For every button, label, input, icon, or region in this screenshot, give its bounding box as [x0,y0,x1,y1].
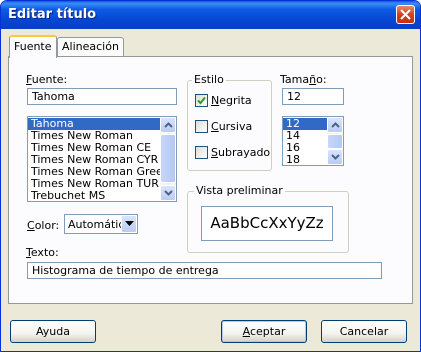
font-list-scrollbar[interactable] [160,117,176,201]
scroll-down-button[interactable] [327,149,343,165]
tab-alineacion[interactable]: Alineación [57,37,124,56]
tab-alineacion-label: Alineación [62,40,119,53]
list-item[interactable]: Trebuchet MS [28,190,176,202]
text-label: Texto: [26,246,59,259]
ok-button[interactable]: Aceptar [221,320,307,343]
cancel-button-label: Cancelar [339,325,389,338]
size-listbox[interactable]: 12 14 16 18 [282,116,344,166]
size-label: Tamaño: [280,73,327,86]
style-group-label: Estilo [192,73,226,86]
font-input-value: Tahoma [32,90,75,103]
font-input[interactable]: Tahoma [27,88,177,105]
underline-checkbox[interactable] [195,146,208,159]
font-label: Fuente: [26,73,68,86]
size-list-scrollbar[interactable] [327,117,343,165]
color-dropdown[interactable]: Automático [64,214,138,234]
title-bar[interactable]: Editar título [1,1,420,29]
tab-fuente[interactable]: Fuente [9,35,57,58]
size-input[interactable]: 12 [282,88,344,105]
help-button[interactable]: Ayuda [10,320,96,343]
underline-label[interactable]: Subrayado [211,146,270,159]
ok-button-label: Aceptar [242,325,286,338]
scroll-down-button[interactable] [160,185,176,201]
close-button[interactable] [396,5,415,24]
color-dropdown-button[interactable] [121,215,137,233]
scroll-thumb[interactable] [160,134,176,183]
italic-checkbox[interactable] [195,120,208,133]
window-title: Editar título [8,7,97,22]
help-button-label: Ayuda [36,325,70,338]
bold-checkbox[interactable] [195,94,208,107]
color-label: Color: [27,219,60,232]
bold-label[interactable]: Negrita [211,94,252,107]
preview-sample: AaBbCcXxYyZz [201,206,333,241]
size-input-value: 12 [287,90,301,103]
preview-group-label: Vista preliminar [194,184,285,197]
scroll-up-button[interactable] [160,117,176,133]
tab-fuente-label: Fuente [14,40,52,53]
text-input[interactable]: Histograma de tiempo de entrega [27,262,382,279]
tab-panel-fuente: Fuente: Tahoma Tahoma Times New Roman Time… [8,56,413,304]
text-input-value: Histograma de tiempo de entrega [32,264,219,277]
italic-label[interactable]: Cursiva [211,120,252,133]
cancel-button[interactable]: Cancelar [321,320,407,343]
preview-sample-text: AaBbCcXxYyZz [210,214,324,232]
scroll-thumb[interactable] [327,134,343,149]
dialog-window: Editar título Fuente Alineación Fuente: … [0,0,421,352]
scroll-up-button[interactable] [327,117,343,133]
font-listbox[interactable]: Tahoma Times New Roman Times New Roman CE T… [27,116,177,202]
